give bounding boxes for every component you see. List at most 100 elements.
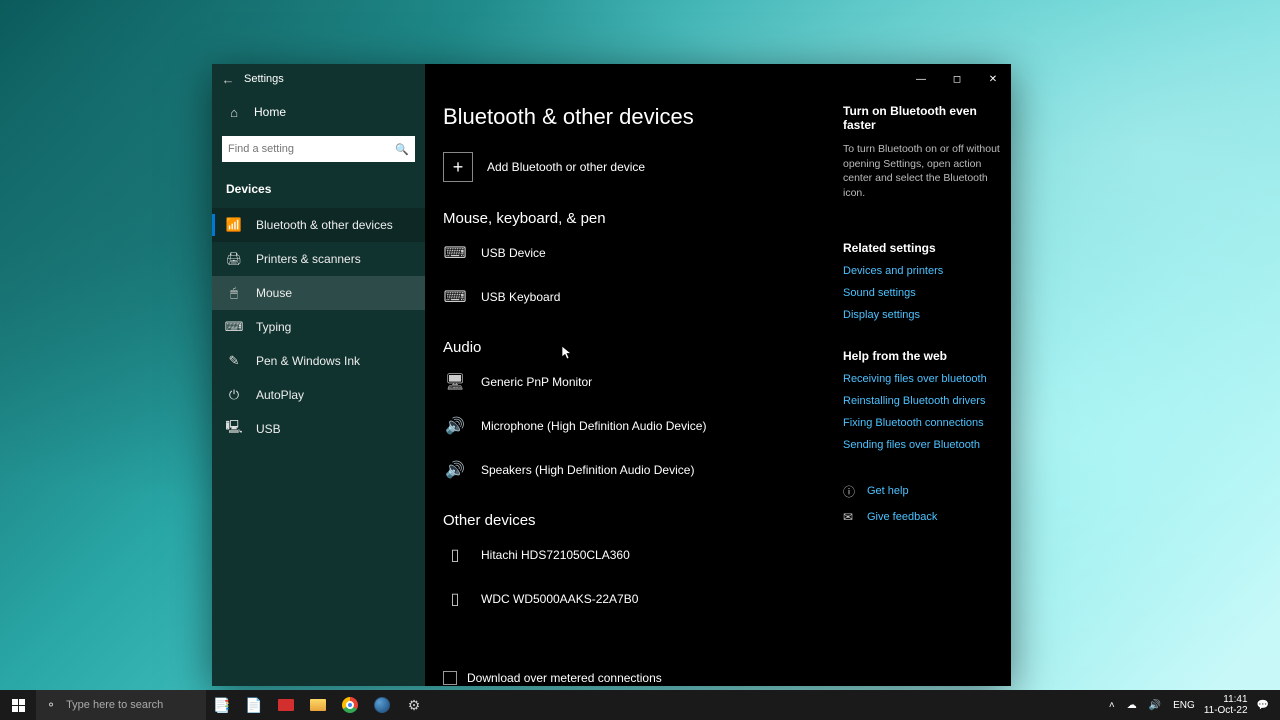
pen-icon: ✎	[226, 353, 242, 369]
speaker-icon: 🔊	[443, 460, 467, 480]
nav-item-bluetooth[interactable]: 📶 Bluetooth & other devices	[212, 208, 425, 242]
device-row[interactable]: 🔊 Speakers (High Definition Audio Device)	[443, 454, 823, 498]
help-icon: ⓘ	[843, 483, 857, 500]
content-area: Bluetooth & other devices + Add Bluetoot…	[425, 64, 1011, 686]
monitor-icon: 🖥	[443, 372, 467, 392]
nav-item-printers[interactable]: 🖨 Printers & scanners	[212, 242, 425, 276]
related-heading: Related settings	[843, 241, 1008, 255]
nav-label: Pen & Windows Ink	[256, 354, 360, 368]
back-button[interactable]: ←	[212, 72, 244, 87]
tray-date: 11-Oct-22	[1204, 705, 1248, 716]
window-title: Settings	[244, 73, 284, 85]
printers-icon: 🖨	[226, 251, 242, 267]
nav-item-usb[interactable]: 🖳 USB	[212, 412, 425, 446]
related-link[interactable]: Display settings	[843, 309, 1008, 321]
checkbox-icon[interactable]	[443, 671, 457, 685]
get-help-link[interactable]: ⓘ Get help	[843, 483, 1008, 500]
device-row[interactable]: 🔊 Microphone (High Definition Audio Devic…	[443, 410, 823, 454]
tray-notifications-icon[interactable]: 💬	[1254, 700, 1272, 711]
home-link[interactable]: ⌂ Home	[212, 94, 425, 130]
speaker-icon: 🔊	[443, 416, 467, 436]
taskbar-app-4[interactable]	[366, 690, 398, 720]
taskbar-app-3[interactable]	[270, 690, 302, 720]
titlebar: ← Settings ― ◻ ✕	[212, 64, 1011, 94]
device-row[interactable]: 🖥 Generic PnP Monitor	[443, 366, 823, 410]
tray-language[interactable]: ENG	[1170, 700, 1198, 711]
device-row[interactable]: ⌨ USB Device	[443, 237, 823, 281]
nav-label: AutoPlay	[256, 388, 304, 402]
group-heading: Other devices	[443, 512, 823, 529]
search-icon: 🔍	[395, 143, 409, 156]
tray-clock[interactable]: 11:41 11-Oct-22	[1204, 694, 1248, 716]
nav-item-autoplay[interactable]: ⏻ AutoPlay	[212, 378, 425, 412]
close-button[interactable]: ✕	[975, 64, 1011, 94]
feedback-icon: ✉	[843, 510, 857, 524]
nav-label: Printers & scanners	[256, 252, 361, 266]
keyboard-icon: ⌨	[443, 287, 467, 307]
help-link[interactable]: Receiving files over bluetooth	[843, 373, 1008, 385]
start-button[interactable]	[0, 690, 36, 720]
keyboard-icon: ⌨	[443, 243, 467, 263]
nav-item-mouse[interactable]: 🖱 Mouse	[212, 276, 425, 310]
tip-body: To turn Bluetooth on or off without open…	[843, 142, 1008, 201]
home-icon: ⌂	[226, 104, 242, 120]
feedback-label: Give feedback	[867, 511, 937, 523]
nav-label: Bluetooth & other devices	[256, 218, 393, 232]
minimize-button[interactable]: ―	[903, 64, 939, 94]
taskbar-search-placeholder: Type here to search	[66, 699, 163, 711]
device-name: USB Keyboard	[481, 290, 560, 304]
add-device-button[interactable]: + Add Bluetooth or other device	[443, 152, 823, 182]
help-heading: Help from the web	[843, 349, 1008, 363]
group-heading: Mouse, keyboard, & pen	[443, 210, 823, 227]
device-name: Microphone (High Definition Audio Device…	[481, 419, 706, 433]
search-field[interactable]: 🔍	[222, 136, 415, 162]
help-link[interactable]: Fixing Bluetooth connections	[843, 417, 1008, 429]
taskbar-file-explorer[interactable]	[302, 690, 334, 720]
metered-checkbox-row[interactable]: Download over metered connections	[443, 671, 823, 685]
search-icon: ⚬	[46, 698, 56, 712]
device-name: USB Device	[481, 246, 546, 260]
related-link[interactable]: Devices and printers	[843, 265, 1008, 277]
tip-heading: Turn on Bluetooth even faster	[843, 104, 1008, 132]
get-help-label: Get help	[867, 485, 909, 497]
tray-onedrive-icon[interactable]: ☁	[1124, 700, 1140, 711]
taskbar-app-1[interactable]: 📑	[206, 690, 238, 720]
give-feedback-link[interactable]: ✉ Give feedback	[843, 510, 1008, 524]
device-name: Hitachi HDS721050CLA360	[481, 548, 630, 562]
device-name: Generic PnP Monitor	[481, 375, 592, 389]
taskbar-app-2[interactable]: 📄	[238, 690, 270, 720]
taskbar-chrome[interactable]	[334, 690, 366, 720]
drive-icon: ▯	[443, 545, 467, 565]
device-row[interactable]: ▯ WDC WD5000AAKS-22A7B0	[443, 583, 823, 627]
help-link[interactable]: Sending files over Bluetooth	[843, 439, 1008, 451]
device-row[interactable]: ▯ Hitachi HDS721050CLA360	[443, 539, 823, 583]
taskbar-settings[interactable]: ⚙	[398, 690, 430, 720]
typing-icon: ⌨	[226, 319, 242, 335]
device-name: Speakers (High Definition Audio Device)	[481, 463, 694, 477]
nav-item-typing[interactable]: ⌨ Typing	[212, 310, 425, 344]
plus-icon: +	[443, 152, 473, 182]
device-name: WDC WD5000AAKS-22A7B0	[481, 592, 638, 606]
bluetooth-icon: 📶	[226, 217, 242, 233]
drive-icon: ▯	[443, 589, 467, 609]
page-title: Bluetooth & other devices	[443, 104, 823, 130]
device-row[interactable]: ⌨ USB Keyboard	[443, 281, 823, 325]
add-device-label: Add Bluetooth or other device	[487, 160, 645, 174]
nav-label: USB	[256, 422, 281, 436]
related-link[interactable]: Sound settings	[843, 287, 1008, 299]
nav-label: Mouse	[256, 286, 292, 300]
taskbar: ⚬ Type here to search 📑 📄 ⚙ ˄ ☁ 🔊 ENG 11…	[0, 690, 1280, 720]
mouse-icon: 🖱	[226, 285, 242, 301]
tray-volume-icon[interactable]: 🔊	[1146, 700, 1164, 711]
maximize-button[interactable]: ◻	[939, 64, 975, 94]
usb-icon: 🖳	[226, 421, 242, 437]
taskbar-search[interactable]: ⚬ Type here to search	[36, 690, 206, 720]
help-link[interactable]: Reinstalling Bluetooth drivers	[843, 395, 1008, 407]
search-input[interactable]	[228, 143, 395, 155]
windows-logo-icon	[12, 699, 25, 712]
autoplay-icon: ⏻	[226, 387, 242, 403]
nav-label: Typing	[256, 320, 291, 334]
tray-chevron-icon[interactable]: ˄	[1106, 700, 1118, 711]
settings-window: ← Settings ― ◻ ✕ ⌂ Home 🔍 Devices 📶Bluet…	[212, 64, 1011, 686]
nav-item-pen[interactable]: ✎ Pen & Windows Ink	[212, 344, 425, 378]
